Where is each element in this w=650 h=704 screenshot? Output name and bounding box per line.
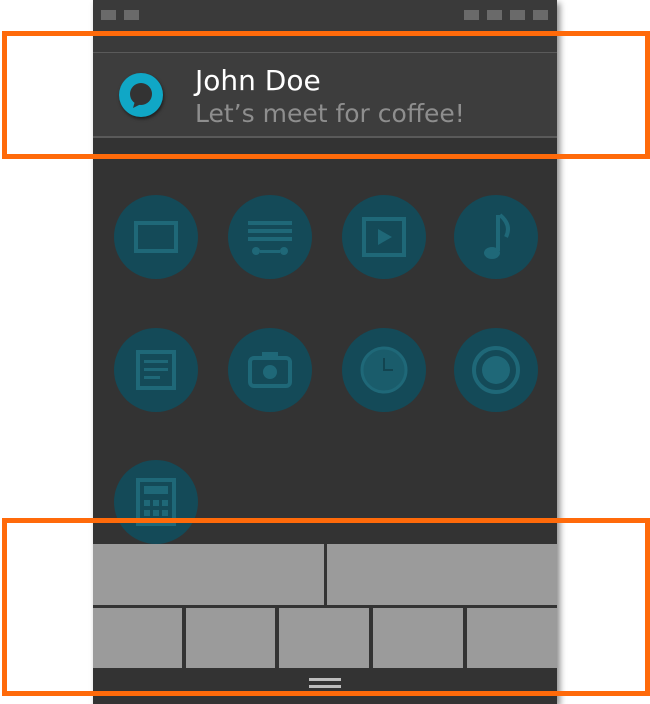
status-icon	[101, 10, 116, 20]
status-icon	[487, 10, 502, 20]
clock-icon	[342, 328, 426, 412]
keyboard-highlight-frame	[2, 518, 650, 696]
camera-icon	[228, 328, 312, 412]
status-icon	[464, 10, 479, 20]
status-icon	[124, 10, 139, 20]
status-icon	[510, 10, 525, 20]
record-icon	[454, 328, 538, 412]
video-icon	[342, 195, 426, 279]
radio-icon	[228, 195, 312, 279]
notes-icon	[114, 328, 198, 412]
music-icon	[454, 195, 538, 279]
status-icon	[533, 10, 548, 20]
status-bar	[93, 0, 557, 30]
tablet-icon	[114, 195, 198, 279]
notification-highlight-frame	[2, 31, 650, 159]
